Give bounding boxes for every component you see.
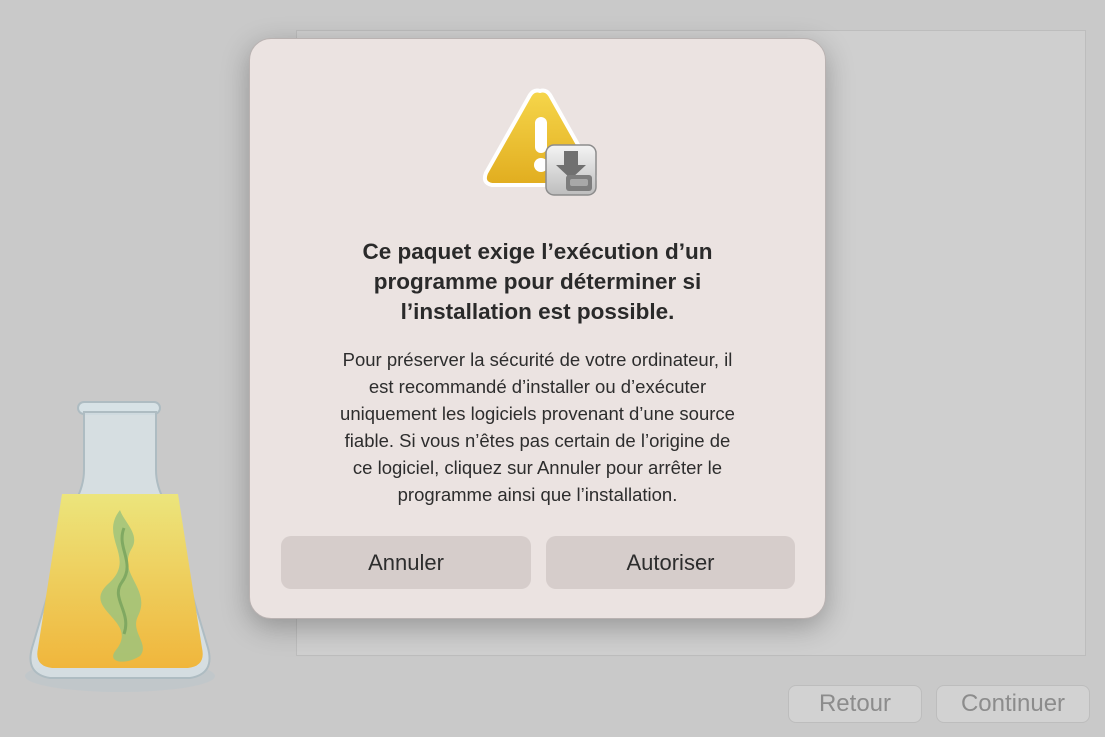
warning-triangle-icon [482, 88, 598, 196]
installer-disk-icon [545, 144, 597, 196]
continue-button[interactable]: Continuer [936, 685, 1090, 723]
cancel-button[interactable]: Annuler [281, 536, 531, 589]
security-alert-dialog: Ce paquet exige l’exécution d’un program… [249, 38, 826, 619]
allow-button[interactable]: Autoriser [546, 536, 795, 589]
back-button[interactable]: Retour [788, 685, 922, 723]
dialog-message: Pour préserver la sécurité de votre ordi… [340, 349, 735, 505]
installer-flask-icon [25, 401, 215, 692]
dialog-title: Ce paquet exige l’exécution d’un program… [362, 239, 713, 324]
